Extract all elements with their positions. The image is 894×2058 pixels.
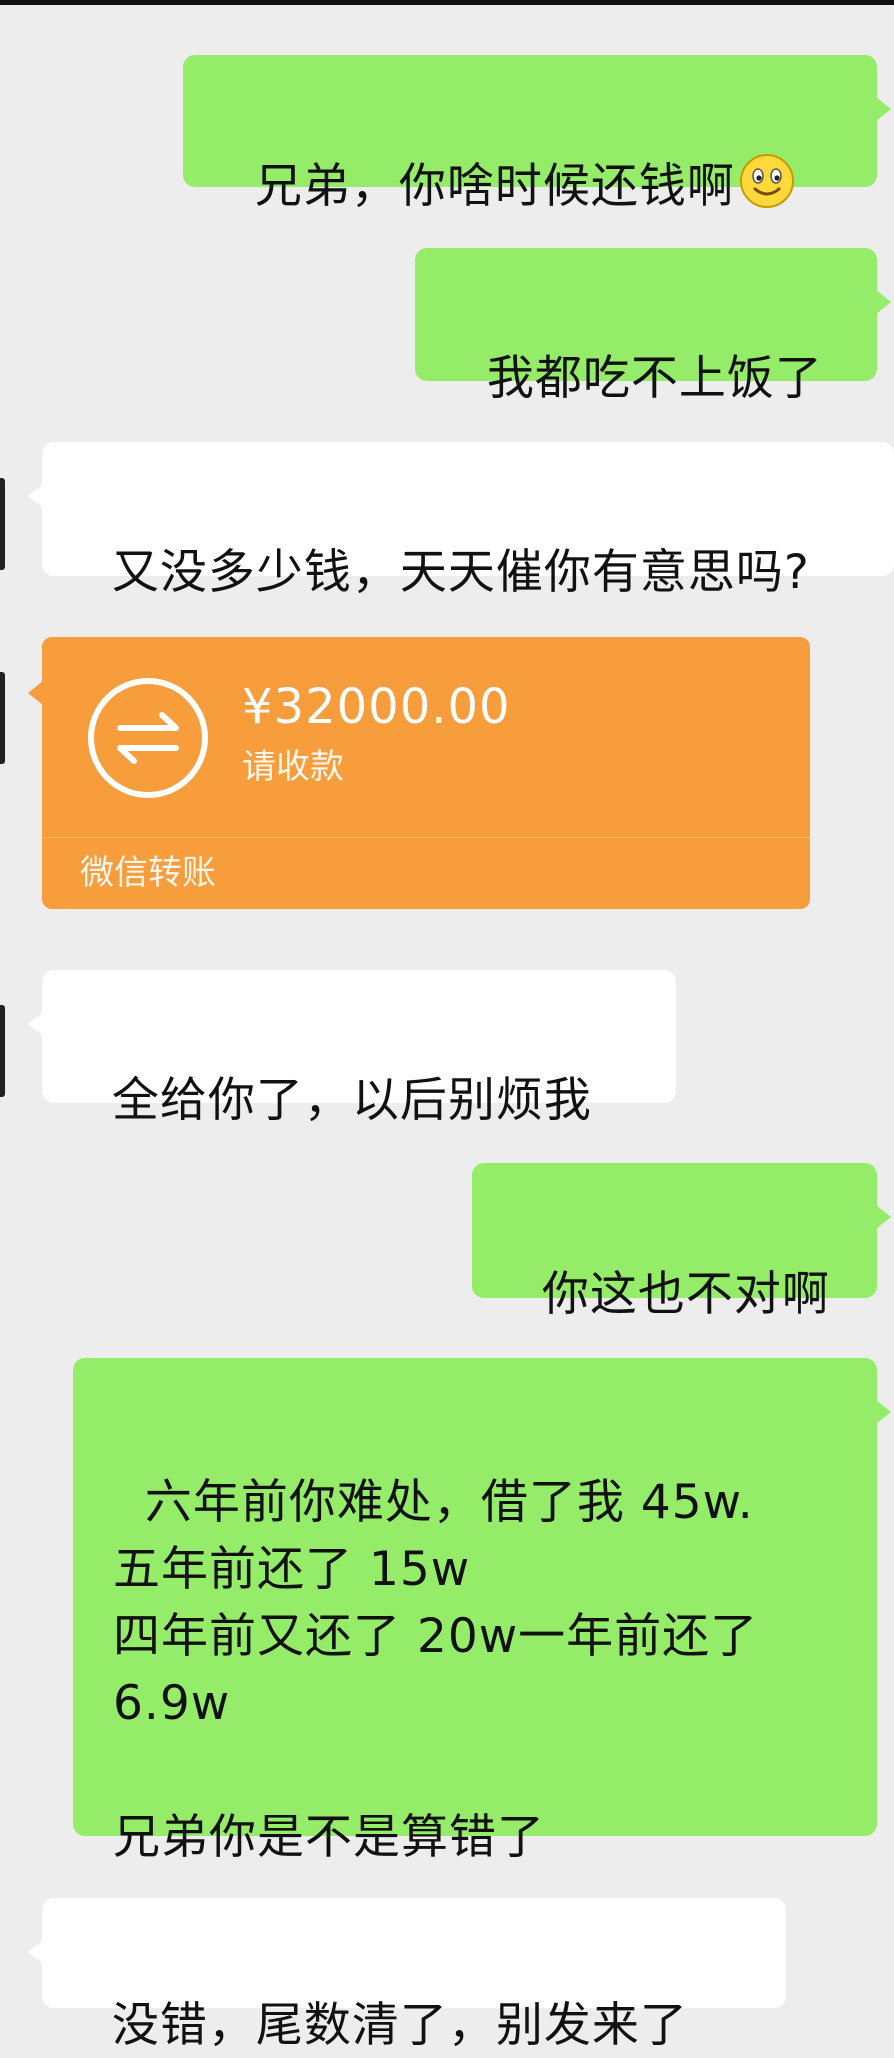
message-text: 六年前你难处，借了我 45w. 五年前还了 15w 四年前又还了 20w一年前还…: [113, 1475, 759, 1865]
transfer-status: 请收款: [242, 747, 344, 787]
message-text: 兄弟，你啥时候还钱啊: [254, 159, 735, 214]
message-text: 你这也不对啊: [541, 1267, 830, 1322]
avatar[interactable]: [0, 1005, 5, 1097]
message-bubble-received[interactable]: 没错，尾数清了，别发来了: [28, 1898, 786, 2053]
message-bubble-received[interactable]: 又没多少钱，天天催你有意思吗?: [28, 442, 894, 600]
transfer-amount: ¥32000.00: [242, 679, 511, 735]
message-text: 没错，尾数清了，别发来了: [111, 1998, 688, 2053]
message-bubble-sent[interactable]: 兄弟，你啥时候还钱啊: [183, 55, 891, 214]
transfer-arrows-icon: [87, 677, 209, 803]
message-text: 我都吃不上饭了: [486, 351, 823, 406]
message-text: 又没多少钱，天天催你有意思吗?: [111, 545, 810, 600]
message-bubble-received[interactable]: 全给你了，以后别烦我: [28, 970, 676, 1128]
message-text: 全给你了，以后别烦我: [111, 1073, 592, 1128]
avatar[interactable]: [0, 672, 5, 764]
message-bubble-sent[interactable]: 我都吃不上饭了: [415, 248, 891, 406]
avatar[interactable]: [0, 478, 5, 570]
transfer-label: 微信转账: [80, 853, 216, 893]
divider: [42, 837, 810, 838]
message-bubble-sent[interactable]: 你这也不对啊: [472, 1163, 891, 1322]
message-bubble-sent[interactable]: 六年前你难处，借了我 45w. 五年前还了 15w 四年前又还了 20w一年前还…: [73, 1358, 891, 1865]
smiley-emoji-icon: [739, 153, 795, 226]
top-edge: [0, 0, 894, 5]
wechat-transfer-card[interactable]: ¥32000.00 请收款 微信转账: [28, 637, 810, 909]
